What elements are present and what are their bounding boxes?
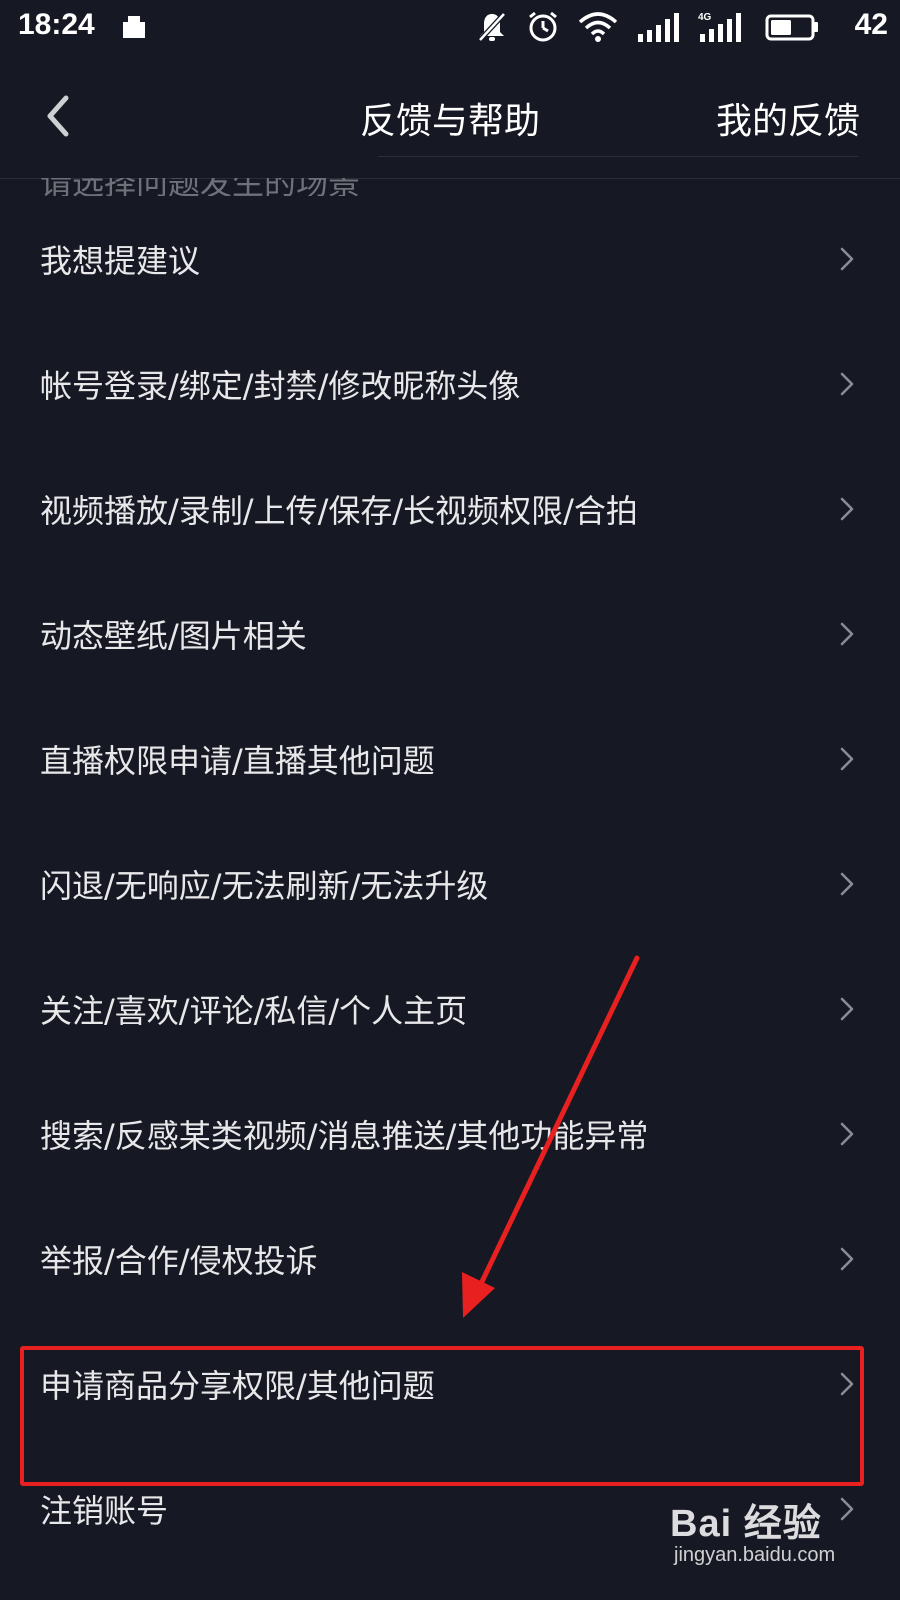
list-item[interactable]: 我想提建议 — [0, 196, 900, 321]
list-item-label: 关注/喜欢/评论/私信/个人主页 — [40, 991, 468, 1030]
list-item-label: 视频播放/录制/上传/保存/长视频权限/合拍 — [40, 491, 638, 530]
chevron-right-icon — [840, 872, 854, 895]
signal-4g-icon: 4G — [698, 12, 741, 42]
status-bar: 18:24 4G 42 — [0, 0, 900, 56]
chevron-right-icon — [840, 497, 854, 520]
list-item-label: 直播权限申请/直播其他问题 — [40, 741, 435, 780]
list-item[interactable]: 帐号登录/绑定/封禁/修改昵称头像 — [0, 321, 900, 446]
list-item-label: 申请商品分享权限/其他问题 — [40, 1366, 435, 1405]
list-item[interactable]: 视频播放/录制/上传/保存/长视频权限/合拍 — [0, 446, 900, 571]
list-item[interactable]: 举报/合作/侵权投诉 — [0, 1196, 900, 1321]
list-item[interactable]: 动态壁纸/图片相关 — [0, 571, 900, 696]
feedback-category-list: 我想提建议 帐号登录/绑定/封禁/修改昵称头像 视频播放/录制/上传/保存/长视… — [0, 196, 900, 1571]
chevron-right-icon — [840, 1247, 854, 1270]
alarm-icon — [529, 11, 557, 42]
list-item-label: 闪退/无响应/无法刷新/无法升级 — [40, 866, 489, 905]
list-item-label: 我想提建议 — [40, 241, 201, 280]
my-feedback-button[interactable]: 我的反馈 — [716, 92, 860, 144]
list-item[interactable]: 申请商品分享权限/其他问题 — [0, 1321, 900, 1446]
list-item[interactable]: 直播权限申请/直播其他问题 — [0, 696, 900, 821]
chevron-right-icon — [840, 1122, 854, 1145]
network-type-label: 4G — [698, 12, 712, 23]
chevron-right-icon — [840, 747, 854, 770]
list-item[interactable]: 搜索/反感某类视频/消息推送/其他功能异常 — [0, 1071, 900, 1196]
chevron-right-icon — [840, 247, 854, 270]
battery-icon — [765, 14, 818, 41]
list-item-label: 搜索/反感某类视频/消息推送/其他功能异常 — [40, 1116, 649, 1155]
list-item[interactable]: 闪退/无响应/无法刷新/无法升级 — [0, 821, 900, 946]
list-item-label: 举报/合作/侵权投诉 — [40, 1241, 318, 1280]
sim-tray-icon — [123, 16, 145, 38]
list-item-label: 动态壁纸/图片相关 — [40, 616, 307, 655]
list-item[interactable]: 注销账号 — [0, 1446, 900, 1571]
list-item[interactable]: 关注/喜欢/评论/私信/个人主页 — [0, 946, 900, 1071]
wifi-icon — [578, 12, 618, 42]
chevron-right-icon — [840, 1372, 854, 1395]
scene-hint-text: 请选择问题发生的场景 — [40, 178, 360, 196]
top-nav-bar: 反馈与帮助 我的反馈 — [0, 56, 900, 179]
list-item-label: 帐号登录/绑定/封禁/修改昵称头像 — [40, 366, 521, 405]
header-divider — [378, 156, 858, 157]
battery-level: 42 — [854, 8, 888, 41]
signal-icon — [638, 13, 679, 42]
chevron-right-icon — [840, 372, 854, 395]
chevron-right-icon — [840, 997, 854, 1020]
list-item-label: 注销账号 — [40, 1491, 169, 1530]
status-time: 18:24 — [18, 8, 95, 41]
scene-hint-clip: 请选择问题发生的场景 — [0, 178, 900, 196]
mute-bell-icon — [478, 12, 506, 42]
chevron-right-icon — [840, 622, 854, 645]
chevron-right-icon — [840, 1497, 854, 1520]
